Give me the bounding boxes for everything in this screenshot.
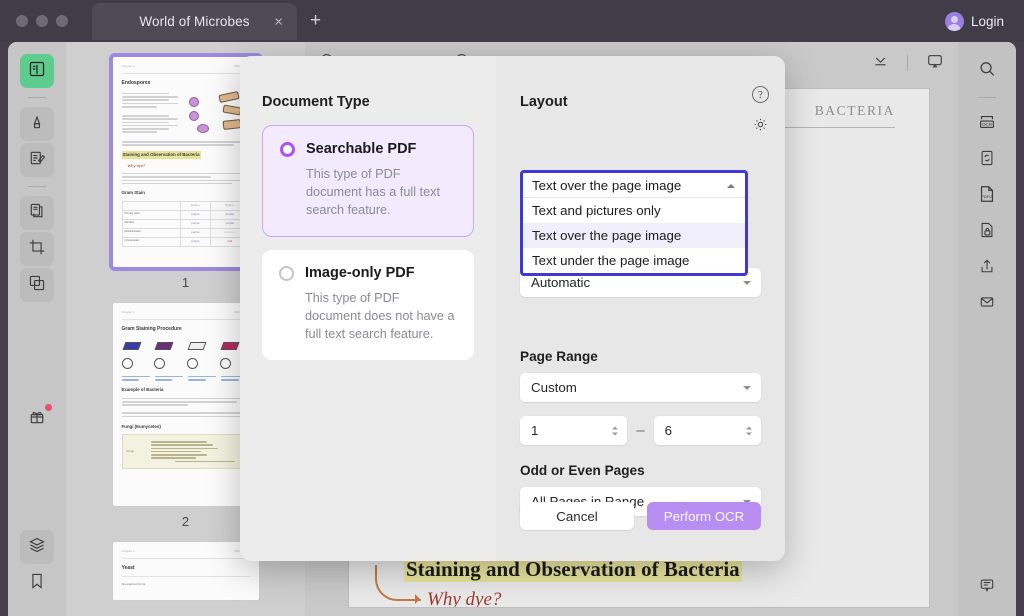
layout-option-2[interactable]: Text under the page image (523, 248, 745, 273)
page-range-select[interactable]: Custom (520, 373, 761, 402)
maximize-window-button[interactable] (56, 15, 68, 27)
login-button[interactable]: Login (941, 9, 1008, 34)
range-separator: – (636, 422, 645, 439)
stepper-arrows-icon[interactable] (746, 423, 752, 438)
page-range-to-stepper[interactable]: 6 (653, 416, 761, 445)
main-window: Chapter 1 BACTERIA Endospores (8, 42, 1016, 616)
login-label: Login (970, 14, 1004, 29)
perform-ocr-button[interactable]: Perform OCR (647, 502, 761, 530)
document-type-title: Document Type (262, 94, 370, 110)
help-icon[interactable]: ? (752, 86, 769, 103)
radio-searchable-pdf[interactable] (280, 141, 295, 157)
page-range-mode: Custom (531, 380, 577, 395)
layout-current-label: Text over the page image (532, 177, 682, 193)
application-window: World of Microbes × + Login Chapter 1 En… (0, 0, 1024, 616)
image-only-pdf-description: This type of PDF document does not have … (305, 291, 455, 342)
new-tab-icon[interactable]: + (310, 11, 321, 30)
dialog-actions: Cancel Perform OCR (520, 502, 761, 530)
image-only-pdf-label: Image-only PDF (305, 265, 415, 282)
gear-icon[interactable] (752, 116, 769, 138)
page-range-label: Page Range (520, 349, 598, 364)
minimize-window-button[interactable] (36, 15, 48, 27)
close-tab-icon[interactable]: × (274, 14, 283, 29)
document-tab-label: World of Microbes (139, 14, 250, 29)
window-controls[interactable] (16, 15, 68, 27)
layout-title: Layout (520, 94, 568, 110)
layout-option-1[interactable]: Text over the page image (523, 223, 745, 248)
searchable-pdf-description: This type of PDF document has a full tex… (306, 167, 440, 218)
document-type-panel: Document Type Searchable PDF This type o… (240, 56, 496, 561)
odd-even-label: Odd or Even Pages (520, 463, 645, 478)
close-window-button[interactable] (16, 15, 28, 27)
page-range-from-stepper[interactable]: 1 (520, 416, 628, 445)
avatar (944, 12, 964, 31)
ocr-options-panel: Layout ? Text over the page image Text a… (496, 56, 785, 561)
document-type-option-searchable[interactable]: Searchable PDF This type of PDF document… (262, 125, 474, 238)
document-tab[interactable]: World of Microbes × (92, 3, 297, 40)
dialog-overlay: Document Type Searchable PDF This type o… (8, 42, 1016, 616)
chevron-up-icon (727, 180, 735, 188)
dialog-icon-group: ? (752, 86, 769, 138)
stepper-arrows-icon[interactable] (612, 423, 619, 438)
layout-select-open[interactable]: Text over the page image Text and pictur… (520, 170, 748, 276)
page-range-from-value: 1 (531, 423, 539, 438)
page-range-to-value: 6 (664, 423, 673, 438)
chevron-down-icon (743, 280, 751, 289)
ocr-settings-dialog: Document Type Searchable PDF This type o… (240, 56, 785, 561)
searchable-pdf-label: Searchable PDF (306, 141, 417, 157)
radio-image-only-pdf[interactable] (279, 265, 294, 281)
page-range-row: 1 – 6 (520, 416, 761, 445)
cancel-button[interactable]: Cancel (520, 502, 634, 530)
image-resolution-value: Automatic (531, 275, 591, 290)
layout-option-0[interactable]: Text and pictures only (523, 198, 745, 223)
layout-select-value[interactable]: Text over the page image (523, 173, 745, 198)
document-type-option-image-only[interactable]: Image-only PDF This type of PDF document… (262, 250, 474, 361)
chevron-down-icon (743, 385, 751, 394)
title-bar: World of Microbes × + Login (0, 0, 1024, 42)
